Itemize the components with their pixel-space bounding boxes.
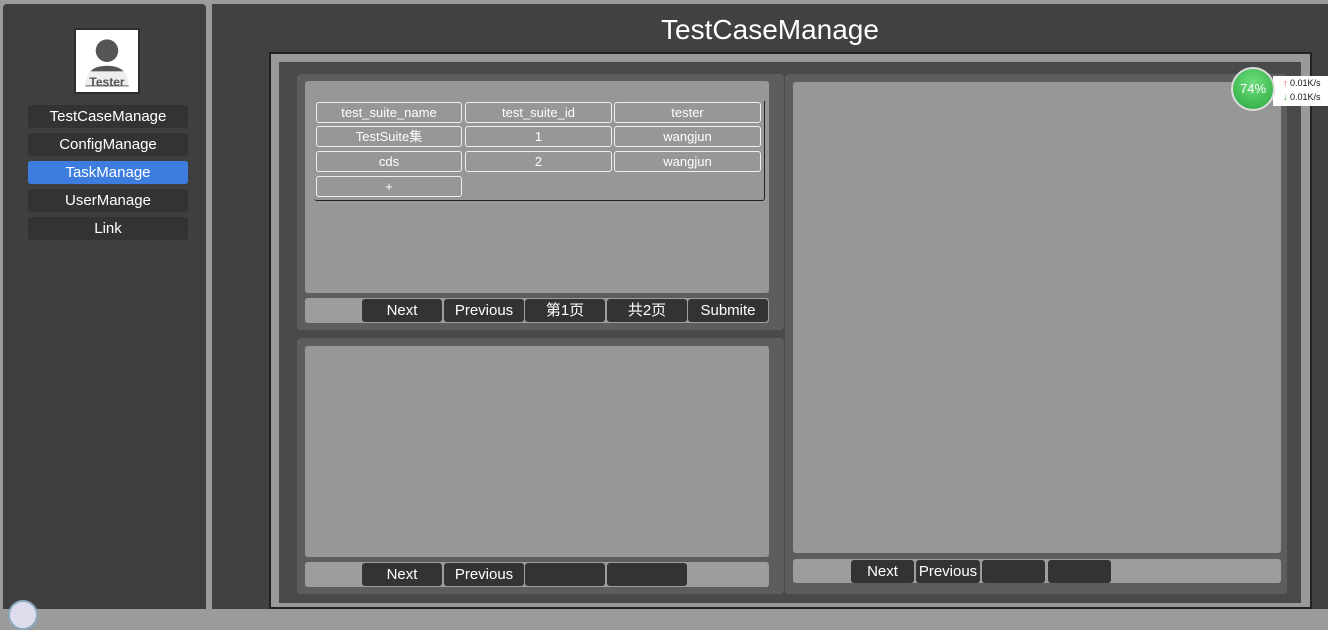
previous-button[interactable]: Previous	[444, 299, 524, 322]
download-arrow-icon: ↓	[1283, 92, 1288, 102]
table-cell[interactable]: wangjun	[614, 151, 761, 172]
table-cell[interactable]: 2	[465, 151, 612, 172]
next-button[interactable]: Next	[362, 299, 442, 322]
download-speed: 0.01K/s	[1290, 92, 1321, 102]
detail-panel-body	[793, 82, 1281, 553]
case-pager: Next Previous	[305, 562, 769, 587]
sidebar-item-configmanage[interactable]: ConfigManage	[28, 133, 188, 156]
empty-pager-button[interactable]	[607, 563, 687, 586]
sidebar-item-link[interactable]: Link	[28, 217, 188, 240]
suite-panel: test_suite_name test_suite_id tester Tes…	[297, 74, 784, 330]
page-number: 第1页	[525, 299, 605, 322]
suite-pager: Next Previous 第1页 共2页 Submite	[305, 298, 769, 323]
page-title: TestCaseManage	[661, 14, 879, 45]
table-cell[interactable]: wangjun	[614, 126, 761, 147]
upload-arrow-icon: ↑	[1283, 78, 1288, 88]
detail-panel: Next Previous	[785, 74, 1287, 594]
table-cell[interactable]: cds	[316, 151, 462, 172]
next-button[interactable]: Next	[851, 560, 914, 583]
submit-button[interactable]: Submite	[688, 299, 768, 322]
case-panel-body	[305, 346, 769, 557]
table-header-test-suite-id[interactable]: test_suite_id	[465, 102, 612, 123]
empty-pager-button[interactable]	[525, 563, 605, 586]
sidebar-item-taskmanage[interactable]: TaskManage	[28, 161, 188, 184]
content-inner: test_suite_name test_suite_id tester Tes…	[279, 62, 1301, 603]
add-row-button[interactable]: +	[316, 176, 462, 197]
avatar[interactable]: Tester	[74, 28, 140, 94]
avatar-label: Tester	[89, 75, 125, 89]
table-header-test-suite-name[interactable]: test_suite_name	[316, 102, 462, 123]
content-frame: test_suite_name test_suite_id tester Tes…	[269, 52, 1312, 609]
detail-pager: Next Previous	[793, 559, 1281, 583]
previous-button[interactable]: Previous	[916, 560, 980, 583]
corner-app-icon[interactable]	[8, 600, 38, 630]
suite-panel-body: test_suite_name test_suite_id tester Tes…	[305, 81, 769, 293]
table-cell[interactable]: 1	[465, 126, 612, 147]
sidebar: Tester TestCaseManage ConfigManage TaskM…	[3, 4, 206, 609]
case-panel: Next Previous	[297, 338, 784, 594]
sidebar-item-usermanage[interactable]: UserManage	[28, 189, 188, 212]
upload-speed: 0.01K/s	[1290, 78, 1321, 88]
empty-pager-button[interactable]	[1048, 560, 1111, 583]
table-cell[interactable]: TestSuite集	[316, 126, 462, 147]
network-speed-info: ↑ 0.01K/s ↓ 0.01K/s	[1273, 76, 1328, 106]
empty-pager-button[interactable]	[982, 560, 1045, 583]
table-header-tester[interactable]: tester	[614, 102, 761, 123]
page-total: 共2页	[607, 299, 687, 322]
sidebar-item-testcasemanage[interactable]: TestCaseManage	[28, 105, 188, 128]
network-speed-widget[interactable]: ↑ 0.01K/s ↓ 0.01K/s 74%	[1231, 67, 1328, 112]
suite-table: test_suite_name test_suite_id tester Tes…	[314, 101, 765, 201]
memory-usage-ball[interactable]: 74%	[1231, 67, 1275, 111]
previous-button[interactable]: Previous	[444, 563, 524, 586]
next-button[interactable]: Next	[362, 563, 442, 586]
main-area: TestCaseManage test_suite_name test_suit…	[212, 4, 1328, 609]
